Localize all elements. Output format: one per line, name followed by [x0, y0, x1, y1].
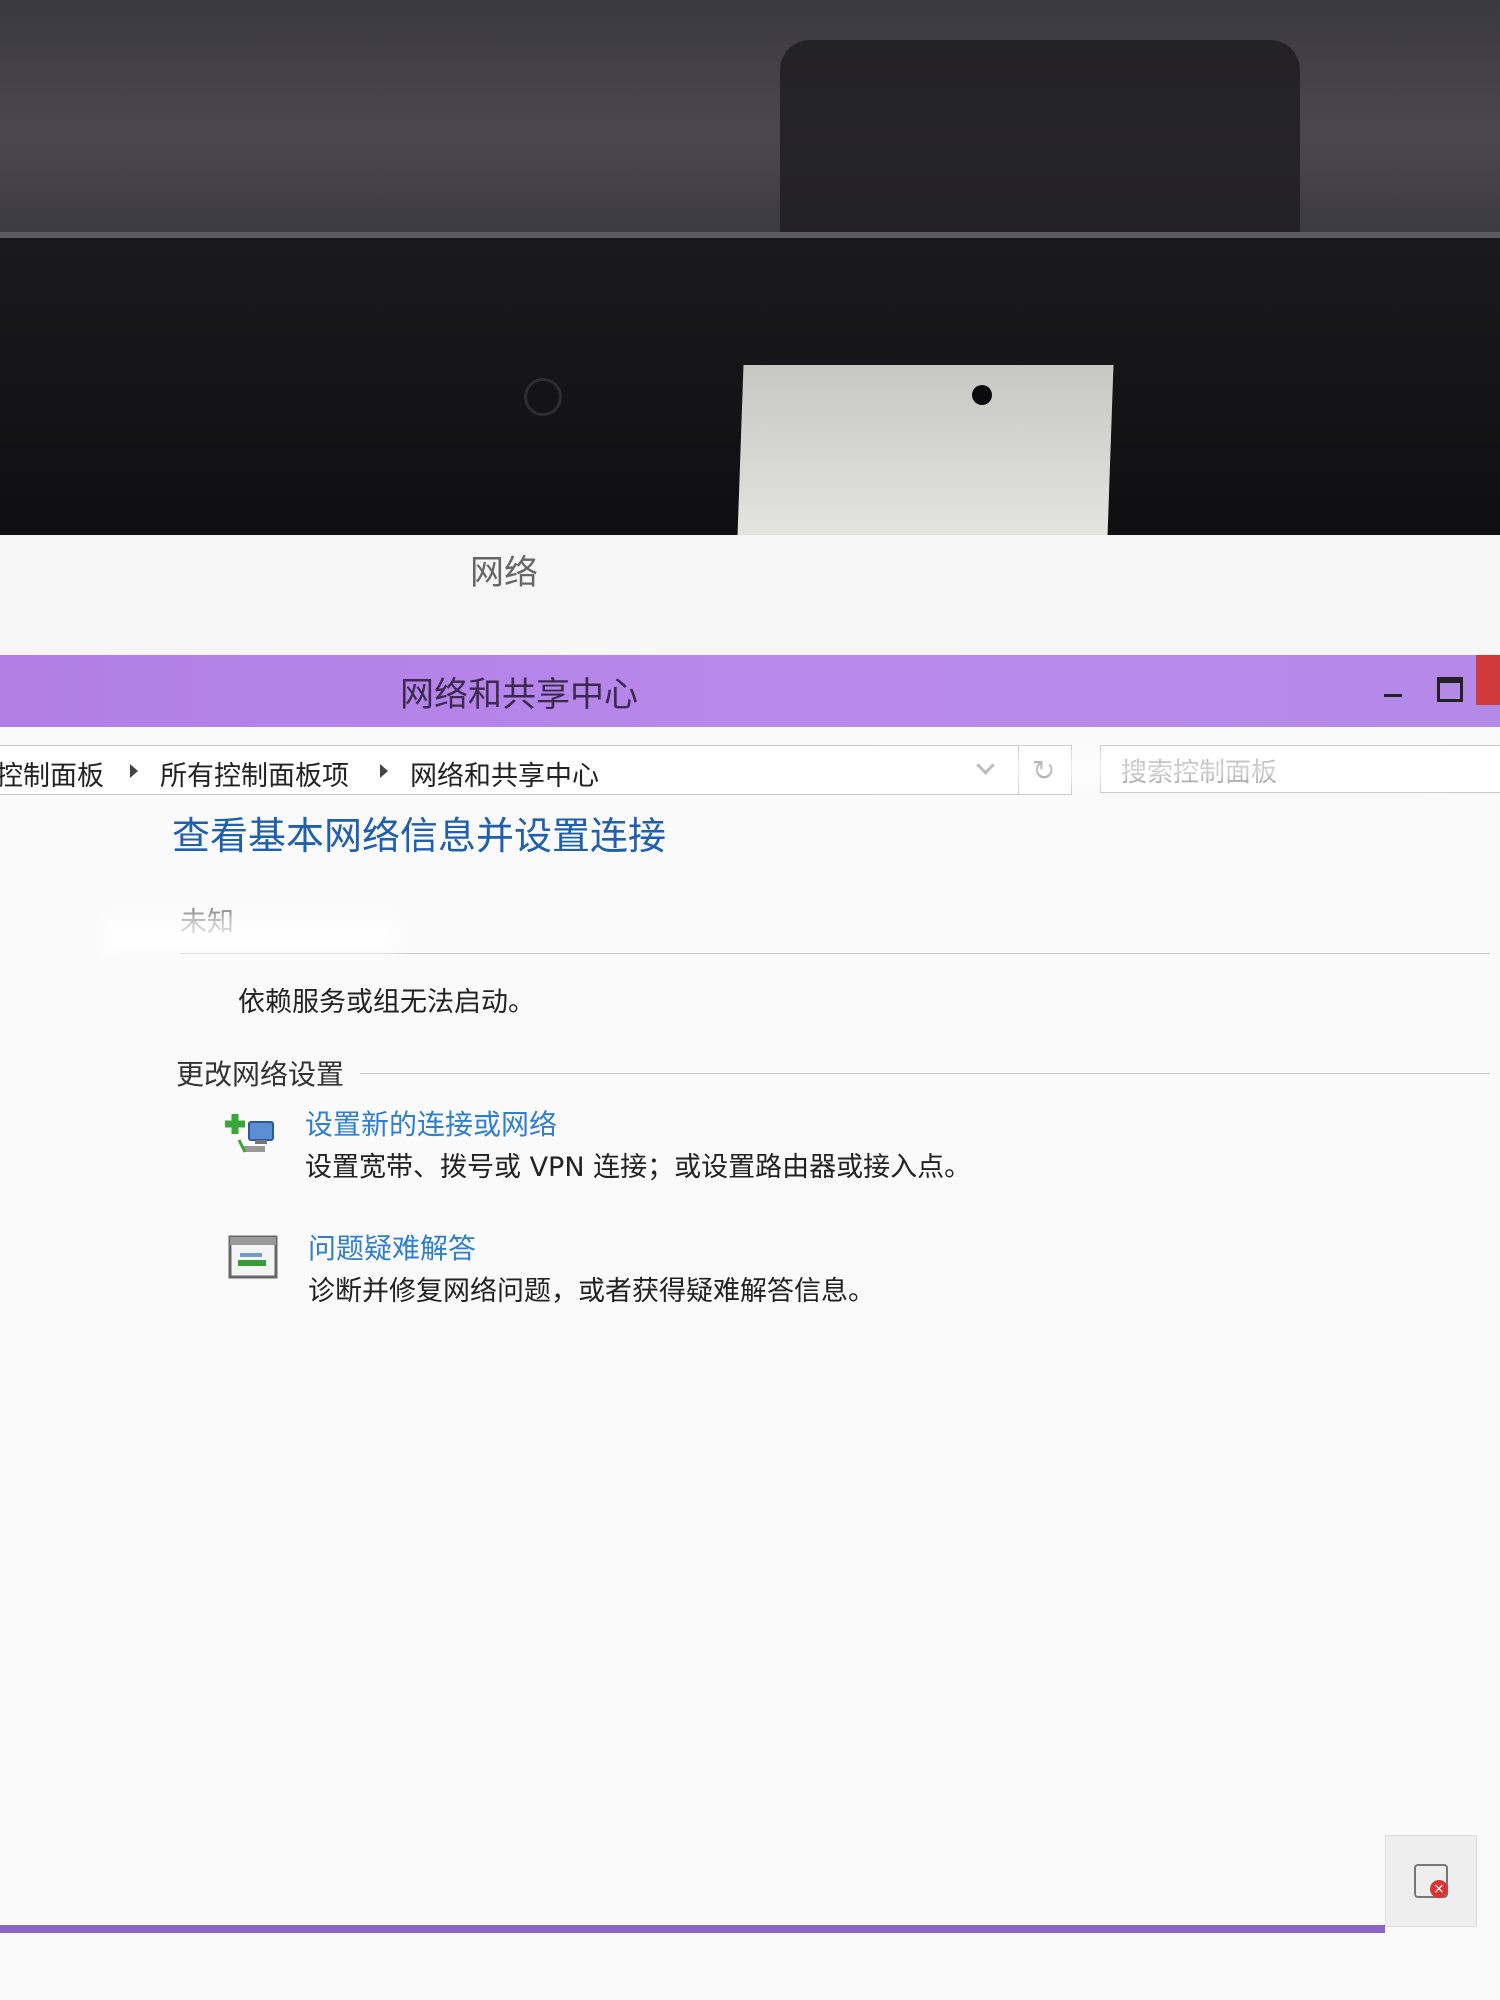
breadcrumb-all-items[interactable]: 所有控制面板项	[160, 754, 349, 793]
screen: 网络 网络和共享中心 控制面板 所有控制面板项 网络和共享中心 ↻ 查看基本网络…	[0, 535, 1500, 2000]
error-badge-icon: ×	[1430, 1880, 1448, 1898]
window-titlebar[interactable]: 网络和共享中心	[0, 655, 1500, 727]
window-title: 网络和共享中心	[400, 675, 638, 715]
webcam-lens	[524, 378, 562, 416]
breadcrumb-control-panel[interactable]: 控制面板	[0, 754, 104, 793]
taskbar-edge	[0, 1925, 1385, 1933]
close-button[interactable]	[1476, 655, 1500, 705]
troubleshoot-link[interactable]: 问题疑难解答	[308, 1227, 476, 1267]
network-setup-icon[interactable]	[225, 1110, 277, 1162]
divider	[360, 1073, 1490, 1074]
setup-connection-link[interactable]: 设置新的连接或网络	[305, 1103, 557, 1143]
address-bar[interactable]: 控制面板 所有控制面板项 网络和共享中心	[0, 745, 1019, 795]
breadcrumb-separator-icon[interactable]	[380, 764, 388, 778]
error-message: 依赖服务或组无法启动。	[238, 987, 535, 1018]
breadcrumb-network-center[interactable]: 网络和共享中心	[410, 754, 599, 793]
screen-reflection	[100, 915, 400, 955]
webcam-sensor	[972, 385, 992, 405]
parent-window-title: 网络	[470, 553, 538, 593]
section-heading: 更改网络设置	[176, 1058, 345, 1091]
background-object	[780, 40, 1300, 250]
maximize-button[interactable]	[1425, 665, 1471, 711]
page-title: 查看基本网络信息并设置连接	[172, 814, 667, 858]
network-sharing-center-window: 网络和共享中心 控制面板 所有控制面板项 网络和共享中心 ↻ 查看基本网络信息并…	[0, 655, 1500, 2000]
minimize-button[interactable]	[1370, 665, 1416, 711]
parent-window: 网络	[0, 535, 1500, 656]
troubleshoot-icon[interactable]	[228, 1235, 280, 1287]
troubleshoot-description: 诊断并修复网络问题，或者获得疑难解答信息。	[308, 1276, 875, 1307]
screen-reflection	[880, 755, 1440, 783]
breadcrumb-separator-icon[interactable]	[130, 764, 138, 778]
setup-connection-description: 设置宽带、拨号或 VPN 连接；或设置路由器或接入点。	[305, 1152, 972, 1183]
network-error-icon[interactable]: ×	[1385, 1835, 1477, 1927]
